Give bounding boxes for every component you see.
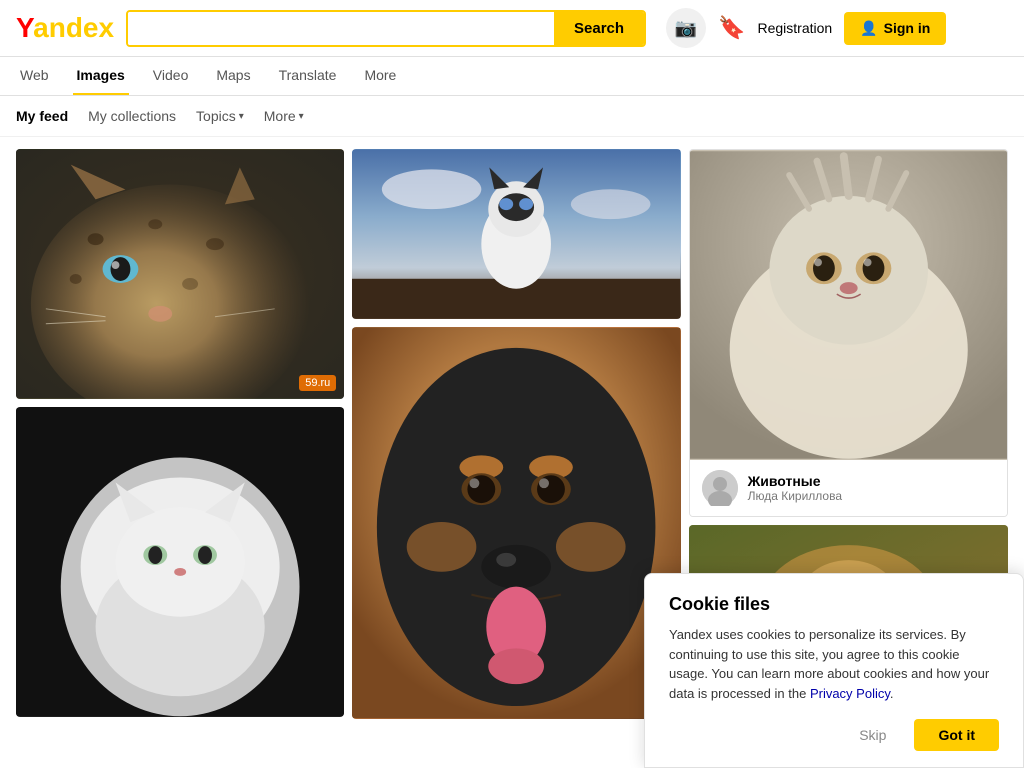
sub-nav: My feed My collections Topics ▾ More ▾ xyxy=(0,96,1024,137)
nav-tabs: Web Images Video Maps Translate More xyxy=(0,57,1024,96)
cookie-gotit-button[interactable]: Got it xyxy=(914,719,999,751)
collection-title: Животные xyxy=(748,473,842,489)
subnav-more[interactable]: More ▾ xyxy=(264,108,304,124)
white-cat-card[interactable] xyxy=(16,407,344,717)
person-icon: 👤 xyxy=(860,20,877,37)
tab-maps[interactable]: Maps xyxy=(212,57,254,95)
logo-andex: andex xyxy=(33,12,114,43)
privacy-policy-link[interactable]: Privacy Policy xyxy=(810,686,890,701)
bookmark-icon: 🔖 xyxy=(718,15,745,40)
more-chevron-icon: ▾ xyxy=(299,111,304,122)
search-input[interactable] xyxy=(128,12,554,45)
cookie-title: Cookie files xyxy=(669,594,999,615)
tab-video[interactable]: Video xyxy=(149,57,193,95)
image-column-2 xyxy=(352,149,680,719)
header-icons: 📷 🔖 Registration 👤 Sign in xyxy=(666,8,946,48)
camera-icon: 📷 xyxy=(675,18,697,39)
subnav-topics[interactable]: Topics ▾ xyxy=(196,108,244,124)
subnav-mycollections[interactable]: My collections xyxy=(88,104,176,128)
header: Yandex Search 📷 🔖 Registration 👤 Sign in xyxy=(0,0,1024,57)
cookie-skip-button[interactable]: Skip xyxy=(843,719,902,751)
avatar xyxy=(702,470,738,506)
registration-button[interactable]: Registration xyxy=(757,20,832,36)
yandex-logo[interactable]: Yandex xyxy=(16,12,114,44)
cookie-banner: Cookie files Yandex uses cookies to pers… xyxy=(644,573,1024,768)
collection-author: Люда Кириллова xyxy=(748,489,842,503)
topics-chevron-icon: ▾ xyxy=(239,111,244,122)
tab-more[interactable]: More xyxy=(360,57,400,95)
tab-web[interactable]: Web xyxy=(16,57,53,95)
bookmark-button[interactable]: 🔖 xyxy=(718,15,745,41)
signin-button[interactable]: 👤 Sign in xyxy=(844,12,946,45)
black-dog-card[interactable] xyxy=(352,327,680,719)
search-button[interactable]: Search xyxy=(554,12,644,45)
camera-search-button[interactable]: 📷 xyxy=(666,8,706,48)
tab-images[interactable]: Images xyxy=(73,57,129,95)
husky-card[interactable] xyxy=(352,149,680,319)
collection-text: Животные Люда Кириллова xyxy=(748,473,842,503)
image-column-1: 59.ru xyxy=(16,149,344,717)
logo-y: Y xyxy=(16,12,33,43)
tab-translate[interactable]: Translate xyxy=(275,57,341,95)
cookie-actions: Skip Got it xyxy=(669,719,999,751)
search-bar: Search xyxy=(126,10,646,47)
source-badge: 59.ru xyxy=(299,375,336,391)
cookie-text: Yandex uses cookies to personalize its s… xyxy=(669,625,999,703)
collection-info: Животные Люда Кириллова xyxy=(690,460,1007,516)
leopard-card[interactable]: 59.ru xyxy=(16,149,344,399)
fluffy-cat-collection-card[interactable]: Животные Люда Кириллова xyxy=(689,149,1008,517)
subnav-myfeed[interactable]: My feed xyxy=(16,104,68,128)
